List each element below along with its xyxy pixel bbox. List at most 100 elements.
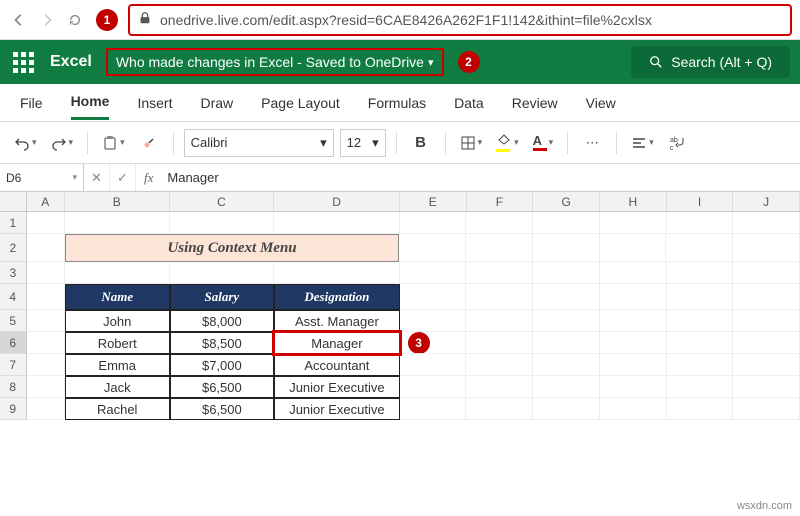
cell[interactable]	[27, 212, 65, 234]
font-color-button[interactable]: A▾	[529, 129, 558, 157]
selected-cell[interactable]: Manager	[274, 332, 399, 354]
cell[interactable]	[600, 234, 667, 262]
cell[interactable]	[533, 332, 600, 354]
format-painter-button[interactable]	[135, 129, 163, 157]
back-button[interactable]	[8, 9, 30, 31]
cell[interactable]	[733, 354, 800, 376]
row-header[interactable]: 6	[0, 332, 27, 354]
tab-review[interactable]: Review	[512, 87, 558, 119]
font-size-select[interactable]: 12▾	[340, 129, 386, 157]
table-header[interactable]: Salary	[170, 284, 275, 310]
cell[interactable]	[667, 284, 734, 310]
table-cell[interactable]: Emma	[65, 354, 170, 376]
table-cell[interactable]: $8,500	[170, 332, 275, 354]
tab-data[interactable]: Data	[454, 87, 484, 119]
cell[interactable]	[600, 398, 667, 420]
tab-file[interactable]: File	[20, 87, 43, 119]
cell[interactable]	[667, 262, 734, 284]
table-header[interactable]: Designation	[274, 284, 399, 310]
cell[interactable]	[733, 398, 800, 420]
table-cell[interactable]: Rachel	[65, 398, 170, 420]
row-header[interactable]: 3	[0, 262, 27, 284]
row-header[interactable]: 2	[0, 234, 27, 262]
formula-input[interactable]: Manager	[161, 170, 218, 185]
cell[interactable]	[667, 398, 734, 420]
cell[interactable]	[27, 354, 65, 376]
cell[interactable]	[65, 212, 170, 234]
col-header[interactable]: G	[533, 192, 600, 211]
cell[interactable]	[170, 262, 275, 284]
name-box[interactable]: D6▾	[0, 164, 84, 191]
cell[interactable]	[466, 212, 533, 234]
cell[interactable]	[65, 262, 170, 284]
font-select[interactable]: Calibri▾	[184, 129, 334, 157]
cell[interactable]	[600, 376, 667, 398]
table-cell[interactable]: Accountant	[274, 354, 399, 376]
cell[interactable]	[466, 284, 533, 310]
cell[interactable]	[400, 354, 467, 376]
col-header[interactable]: I	[667, 192, 734, 211]
cell[interactable]	[733, 234, 800, 262]
table-cell[interactable]: $6,500	[170, 398, 275, 420]
cell[interactable]	[600, 332, 667, 354]
tab-formulas[interactable]: Formulas	[368, 87, 426, 119]
table-cell[interactable]: $8,000	[170, 310, 275, 332]
cell[interactable]	[533, 284, 600, 310]
cell[interactable]	[667, 354, 734, 376]
cell[interactable]	[400, 212, 467, 234]
row-header[interactable]: 5	[0, 310, 27, 332]
undo-button[interactable]: ▾	[10, 129, 41, 157]
url-bar[interactable]: onedrive.live.com/edit.aspx?resid=6CAE84…	[128, 4, 792, 36]
col-header[interactable]: E	[400, 192, 467, 211]
cell[interactable]	[27, 234, 65, 262]
cell[interactable]	[600, 262, 667, 284]
col-header[interactable]: B	[65, 192, 170, 211]
table-cell[interactable]: Asst. Manager	[274, 310, 399, 332]
col-header[interactable]: H	[600, 192, 667, 211]
cell[interactable]	[666, 234, 733, 262]
col-header[interactable]: C	[170, 192, 275, 211]
cell[interactable]	[27, 262, 65, 284]
cell[interactable]	[27, 284, 65, 310]
col-header[interactable]: F	[467, 192, 534, 211]
cell[interactable]	[600, 284, 667, 310]
table-cell[interactable]: $6,500	[170, 376, 275, 398]
col-header[interactable]: A	[27, 192, 65, 211]
bold-button[interactable]: B	[407, 129, 435, 157]
cell[interactable]	[466, 310, 533, 332]
more-formatting-button[interactable]: ⋯	[578, 129, 606, 157]
cell[interactable]	[400, 398, 467, 420]
table-cell[interactable]: John	[65, 310, 170, 332]
col-header[interactable]: J	[733, 192, 800, 211]
confirm-formula-button[interactable]: ✓	[110, 164, 136, 191]
cell[interactable]	[466, 332, 533, 354]
cell[interactable]	[733, 262, 800, 284]
cell[interactable]	[400, 284, 467, 310]
cell[interactable]	[533, 262, 600, 284]
cell[interactable]	[466, 398, 533, 420]
cell[interactable]	[600, 354, 667, 376]
cell[interactable]	[27, 310, 65, 332]
row-header[interactable]: 4	[0, 284, 27, 310]
cell[interactable]	[533, 234, 600, 262]
cell[interactable]	[733, 284, 800, 310]
cell[interactable]	[466, 354, 533, 376]
cell[interactable]	[733, 332, 800, 354]
select-all-corner[interactable]	[0, 192, 27, 211]
row-header[interactable]: 1	[0, 212, 27, 234]
fx-icon[interactable]: fx	[136, 170, 161, 186]
search-button[interactable]: Search (Alt + Q)	[631, 46, 790, 78]
cell[interactable]	[533, 398, 600, 420]
cell[interactable]: 3	[400, 332, 467, 354]
cell[interactable]	[27, 398, 65, 420]
cell[interactable]	[274, 262, 399, 284]
cell[interactable]	[274, 212, 399, 234]
wrap-text-button[interactable]: abc	[664, 129, 692, 157]
cell[interactable]	[667, 212, 734, 234]
table-cell[interactable]: Robert	[65, 332, 170, 354]
row-header[interactable]: 7	[0, 354, 27, 376]
cell[interactable]	[733, 212, 800, 234]
cell[interactable]	[27, 376, 65, 398]
row-header[interactable]: 9	[0, 398, 27, 420]
cell[interactable]	[399, 234, 466, 262]
